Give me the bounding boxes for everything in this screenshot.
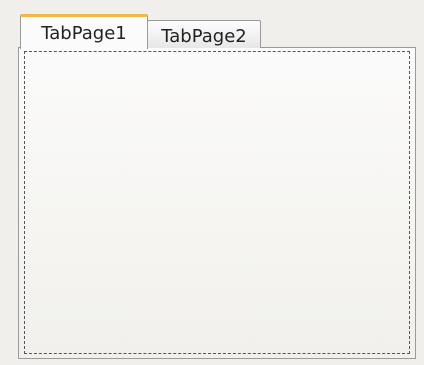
tab-strip: TabPage1 TabPage2: [10, 9, 417, 49]
design-selection-border: [24, 51, 410, 354]
tab-tabpage2[interactable]: TabPage2: [147, 20, 261, 48]
tab-tabpage1[interactable]: TabPage1: [20, 14, 148, 49]
tab-control: TabPage1 TabPage2: [10, 9, 417, 359]
tab-page-panel: [18, 47, 416, 359]
